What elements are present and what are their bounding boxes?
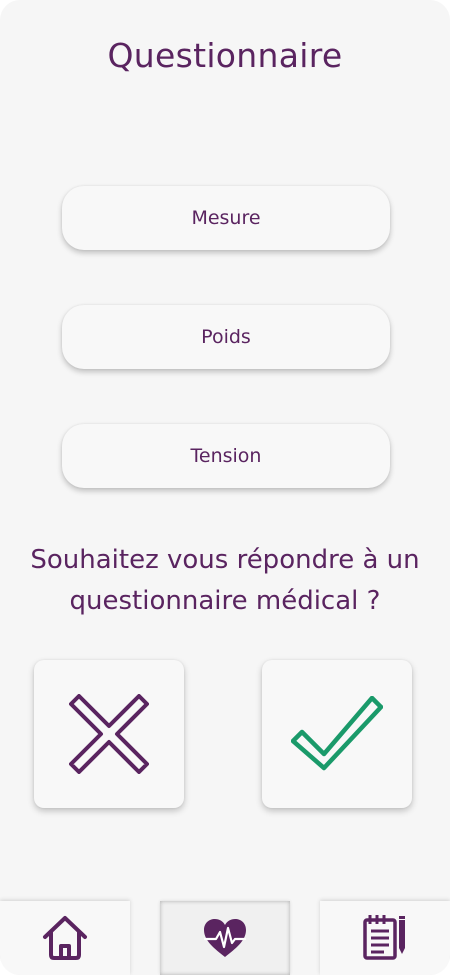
tension-button-label: Tension	[190, 445, 262, 467]
nav-health[interactable]	[160, 901, 290, 975]
questionnaire-prompt: Souhaitez vous répondre à un questionnai…	[10, 540, 440, 622]
prompt-line-2: questionnaire médical ?	[69, 586, 381, 616]
page-title: Questionnaire	[107, 36, 343, 75]
bottom-navigation	[0, 898, 450, 975]
notepad-pencil-icon	[363, 915, 405, 960]
accept-button[interactable]	[262, 660, 412, 808]
nav-home[interactable]	[0, 901, 130, 975]
x-icon	[69, 694, 149, 774]
nav-journal[interactable]	[320, 901, 450, 975]
home-icon	[43, 916, 87, 960]
app-screen: Questionnaire Mesure Poids Tension Souha…	[0, 0, 450, 975]
mesure-button[interactable]: Mesure	[62, 186, 390, 250]
poids-button[interactable]: Poids	[62, 305, 390, 369]
check-icon	[291, 696, 383, 771]
poids-button-label: Poids	[201, 326, 251, 348]
decline-button[interactable]	[34, 660, 184, 808]
mesure-button-label: Mesure	[191, 207, 261, 229]
heart-pulse-icon	[203, 919, 247, 957]
tension-button[interactable]: Tension	[62, 424, 390, 488]
prompt-line-1: Souhaitez vous répondre à un	[30, 545, 420, 575]
